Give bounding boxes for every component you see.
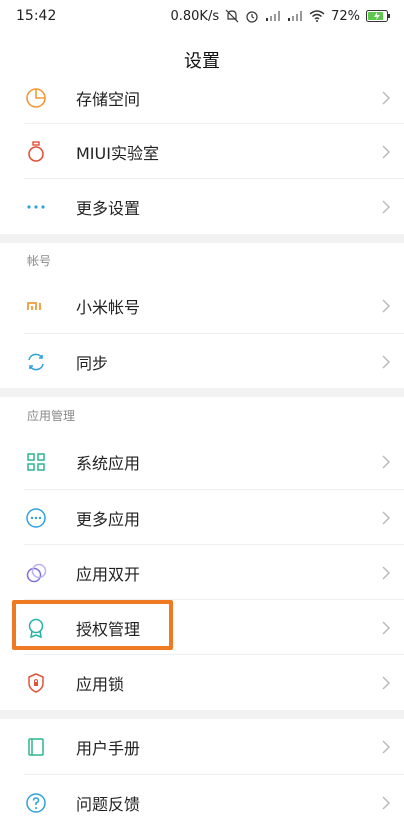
signal-icon-2	[287, 10, 303, 22]
book-icon	[24, 735, 48, 759]
settings-item-mi-account[interactable]: 小米帐号	[0, 278, 404, 333]
chevron-right-icon	[382, 298, 391, 313]
settings-item-label: 同步	[76, 353, 109, 373]
chevron-right-icon	[382, 739, 391, 754]
settings-item-system-apps[interactable]: 系统应用	[0, 434, 404, 489]
network-speed: 0.80K/s	[170, 8, 220, 24]
ellipsis-icon	[24, 195, 48, 219]
settings-item-app-lock[interactable]: 应用锁	[0, 655, 404, 710]
question-icon	[24, 791, 48, 815]
settings-item-dual-apps[interactable]: 应用双开	[0, 545, 404, 600]
section-gap	[0, 388, 404, 397]
chevron-right-icon	[382, 144, 391, 159]
chevron-right-icon	[382, 795, 391, 810]
section-title-app-management: 应用管理	[27, 409, 76, 423]
dual-circle-icon	[24, 561, 48, 585]
settings-item-more-apps[interactable]: 更多应用	[0, 490, 404, 545]
settings-item-feedback[interactable]: 问题反馈	[0, 775, 404, 830]
chevron-right-icon	[382, 354, 391, 369]
chevron-right-icon	[382, 620, 391, 635]
section-gap	[0, 710, 404, 719]
grid-icon	[24, 450, 48, 474]
settings-item-storage[interactable]: 存储空间	[0, 70, 404, 125]
chevron-right-icon	[382, 199, 391, 214]
settings-item-label: 授权管理	[76, 619, 141, 639]
battery-percent: 72%	[331, 8, 360, 24]
status-bar: 15:42 0.80K/s 72%	[0, 0, 404, 32]
flask-icon	[24, 140, 48, 164]
wifi-icon	[309, 10, 325, 22]
alarm-icon	[245, 9, 259, 23]
chevron-right-icon	[382, 565, 391, 580]
chevron-right-icon	[382, 510, 391, 525]
chevron-right-icon	[382, 454, 391, 469]
settings-item-miui-lab[interactable]: MIUI实验室	[0, 124, 404, 179]
settings-item-user-manual[interactable]: 用户手册	[0, 719, 404, 774]
section-title-account: 帐号	[27, 254, 52, 268]
settings-item-sync[interactable]: 同步	[0, 334, 404, 389]
pie-chart-icon	[24, 86, 48, 110]
shield-lock-icon	[24, 671, 48, 695]
chevron-right-icon	[382, 90, 391, 105]
chevron-right-icon	[382, 675, 391, 690]
signal-icon	[265, 10, 281, 22]
status-time: 15:42	[16, 8, 57, 24]
mi-logo-icon	[24, 294, 48, 318]
settings-item-label: 小米帐号	[76, 297, 141, 317]
badge-icon	[24, 616, 48, 640]
settings-item-label: MIUI实验室	[76, 143, 159, 163]
settings-item-permissions[interactable]: 授权管理	[0, 600, 404, 655]
section-gap	[0, 234, 404, 243]
settings-item-label: 问题反馈	[76, 794, 141, 814]
settings-item-label: 应用锁	[76, 674, 125, 694]
settings-item-label: 存储空间	[76, 89, 141, 109]
battery-charging-icon	[366, 10, 390, 22]
settings-item-label: 更多应用	[76, 509, 141, 529]
sync-icon	[24, 350, 48, 374]
mute-bell-icon	[225, 9, 239, 23]
settings-item-label: 应用双开	[76, 564, 141, 584]
more-circle-icon	[24, 506, 48, 530]
settings-item-more-settings[interactable]: 更多设置	[0, 179, 404, 234]
settings-item-label: 用户手册	[76, 738, 141, 758]
status-right: 0.80K/s 72%	[170, 9, 390, 24]
settings-item-label: 系统应用	[76, 453, 141, 473]
settings-item-label: 更多设置	[76, 198, 141, 218]
